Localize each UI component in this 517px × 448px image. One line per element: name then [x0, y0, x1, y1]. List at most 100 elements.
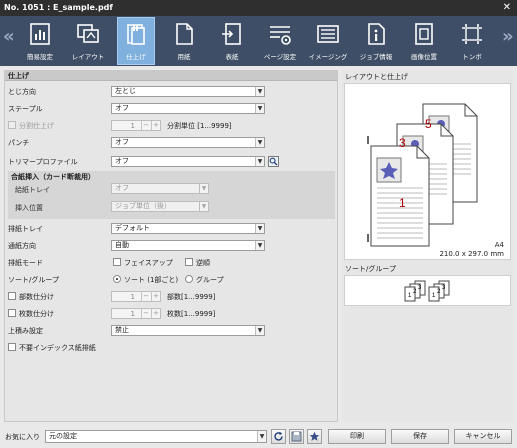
chevron-down-icon: ▼: [255, 326, 264, 335]
insert-group-title: 合紙挿入（カード断裁用）: [11, 173, 95, 181]
chevron-down-icon: ▼: [255, 104, 264, 113]
favorites-select[interactable]: 元の設定 ▼: [45, 430, 267, 443]
binding-select[interactable]: 左とじ ▼: [111, 86, 265, 97]
split-row: 分割仕上げ 1 − + 分割単位 [1...9999]: [5, 119, 337, 132]
trimmer-value: オフ: [115, 157, 129, 165]
cancel-button[interactable]: キャンセル: [454, 429, 512, 444]
finishing-icon: [127, 24, 145, 45]
tab-image-position[interactable]: 画像位置: [406, 18, 442, 64]
punch-value: オフ: [115, 138, 129, 146]
punch-select[interactable]: オフ ▼: [111, 137, 265, 148]
stacking-select[interactable]: 禁止 ▼: [111, 325, 265, 336]
tab-label: イメージング: [308, 53, 348, 61]
insert-tray-value: オフ: [115, 184, 129, 192]
cover-icon: [222, 23, 241, 45]
binding-value: 左とじ: [115, 87, 136, 95]
close-icon[interactable]: ✕: [503, 2, 511, 13]
save-button[interactable]: 保存: [391, 429, 449, 444]
chevron-down-icon: ▼: [257, 431, 266, 442]
tab-label: トンボ: [462, 53, 482, 61]
bottom-bar: お気に入り 元の設定 ▼ 印刷 保存 キャンセル: [0, 424, 517, 448]
chevron-down-icon: ▼: [255, 87, 264, 96]
image-position-icon: [415, 23, 433, 45]
favorites-value: 元の設定: [49, 432, 77, 440]
tab-layout[interactable]: レイアウト: [70, 18, 106, 64]
tab-finishing[interactable]: 仕上げ: [117, 17, 155, 65]
sheets-split-stepper[interactable]: 1 − +: [111, 308, 161, 319]
trimmer-select[interactable]: オフ ▼: [111, 156, 265, 167]
page-number-1: 1: [399, 196, 406, 210]
tab-label: 用紙: [177, 53, 191, 61]
edit-favorite-button[interactable]: [307, 429, 322, 444]
plus-icon[interactable]: +: [151, 309, 160, 318]
staple-label: ステープル: [8, 105, 43, 113]
plus-icon[interactable]: +: [151, 292, 160, 301]
sort-radio[interactable]: [113, 275, 121, 283]
staple-row: ステープル オフ ▼: [5, 102, 337, 115]
sort-group-title: ソート/グループ: [345, 265, 396, 273]
no-index-label: 不要インデックス紙排紙: [19, 344, 96, 352]
split-stepper[interactable]: 1 − +: [111, 120, 161, 131]
plus-icon[interactable]: +: [151, 121, 160, 130]
chevron-down-icon: ▼: [255, 241, 264, 250]
insert-tray-select[interactable]: オフ ▼: [111, 183, 209, 194]
section-title: 仕上げ: [5, 71, 337, 81]
tab-label: ページ設定: [263, 53, 297, 61]
face-up-label: フェイスアップ: [124, 259, 173, 267]
crop-marks-icon: [462, 24, 482, 44]
preview-button[interactable]: [268, 156, 279, 167]
sheets-split-label: 枚数仕分け: [19, 310, 54, 318]
output-tray-select[interactable]: デフォルト ▼: [111, 223, 265, 234]
stacking-value: 禁止: [115, 326, 129, 334]
imaging-icon: [317, 25, 339, 43]
sheets-split-value: 1: [130, 310, 135, 318]
tab-imaging[interactable]: イメージング: [309, 18, 347, 64]
tab-cover[interactable]: 表紙: [214, 18, 250, 64]
tab-quick-settings[interactable]: 簡易設定: [22, 18, 58, 64]
staple-select[interactable]: オフ ▼: [111, 103, 265, 114]
refresh-icon: [274, 431, 283, 441]
layout-icon: [77, 24, 99, 43]
tab-crop-marks[interactable]: トンボ: [454, 18, 490, 64]
staple-mark: [367, 234, 369, 242]
sheets-split-checkbox[interactable]: [8, 309, 16, 317]
save-favorite-button[interactable]: [289, 429, 304, 444]
minus-icon[interactable]: −: [141, 292, 150, 301]
trimmer-label: トリマープロファイル: [8, 158, 78, 166]
reverse-order-checkbox[interactable]: [185, 258, 193, 266]
insert-position-select[interactable]: ジョブ単位（後） ▼: [111, 201, 209, 212]
punch-label: パンチ: [8, 139, 30, 147]
group-radio[interactable]: [185, 275, 193, 283]
minus-icon[interactable]: −: [141, 121, 150, 130]
tab-paper[interactable]: 用紙: [166, 18, 202, 64]
job-info-icon: [368, 23, 385, 45]
no-index-checkbox[interactable]: [8, 343, 16, 351]
tab-label: 画像位置: [411, 53, 437, 61]
copies-split-stepper[interactable]: 1 − +: [111, 291, 161, 302]
copies-split-label: 部数仕分け: [19, 293, 54, 301]
split-label: 分割仕上げ: [19, 122, 54, 130]
sort-group-row: ソート/グループ ソート (1部ごと) グループ: [5, 273, 337, 286]
face-up-checkbox[interactable]: [113, 258, 121, 266]
paper-size: A4: [494, 241, 504, 249]
paper-dimensions: 210.0 x 297.0 mm: [439, 250, 504, 258]
split-checkbox[interactable]: [8, 121, 16, 129]
print-button[interactable]: 印刷: [328, 429, 386, 444]
window-title: No. 1051 : E_sample.pdf: [4, 3, 113, 12]
tab-job-info[interactable]: ジョブ情報: [358, 18, 394, 64]
star-icon: [309, 431, 320, 441]
copies-split-unit: 部数[1...9999]: [167, 293, 216, 301]
scroll-left-icon[interactable]: «: [3, 28, 15, 46]
paper-icon: [176, 23, 193, 45]
sort-illustration: 1 2 3 1 2 3: [404, 280, 450, 302]
binding-row: とじ方向 左とじ ▼: [5, 85, 337, 98]
minus-icon[interactable]: −: [141, 309, 150, 318]
stacking-label: 上積み設定: [8, 327, 43, 335]
copies-split-checkbox[interactable]: [8, 292, 16, 300]
tab-page-settings[interactable]: ページ設定: [262, 18, 298, 64]
feed-direction-select[interactable]: 自動 ▼: [111, 240, 265, 251]
reload-favorite-button[interactable]: [271, 429, 286, 444]
scroll-right-icon[interactable]: »: [502, 28, 514, 46]
insert-sheet-group: 合紙挿入（カード断裁用） 給紙トレイ オフ ▼ 挿入位置 ジョブ単位（後） ▼: [8, 171, 335, 219]
magnifier-icon: [269, 157, 278, 166]
